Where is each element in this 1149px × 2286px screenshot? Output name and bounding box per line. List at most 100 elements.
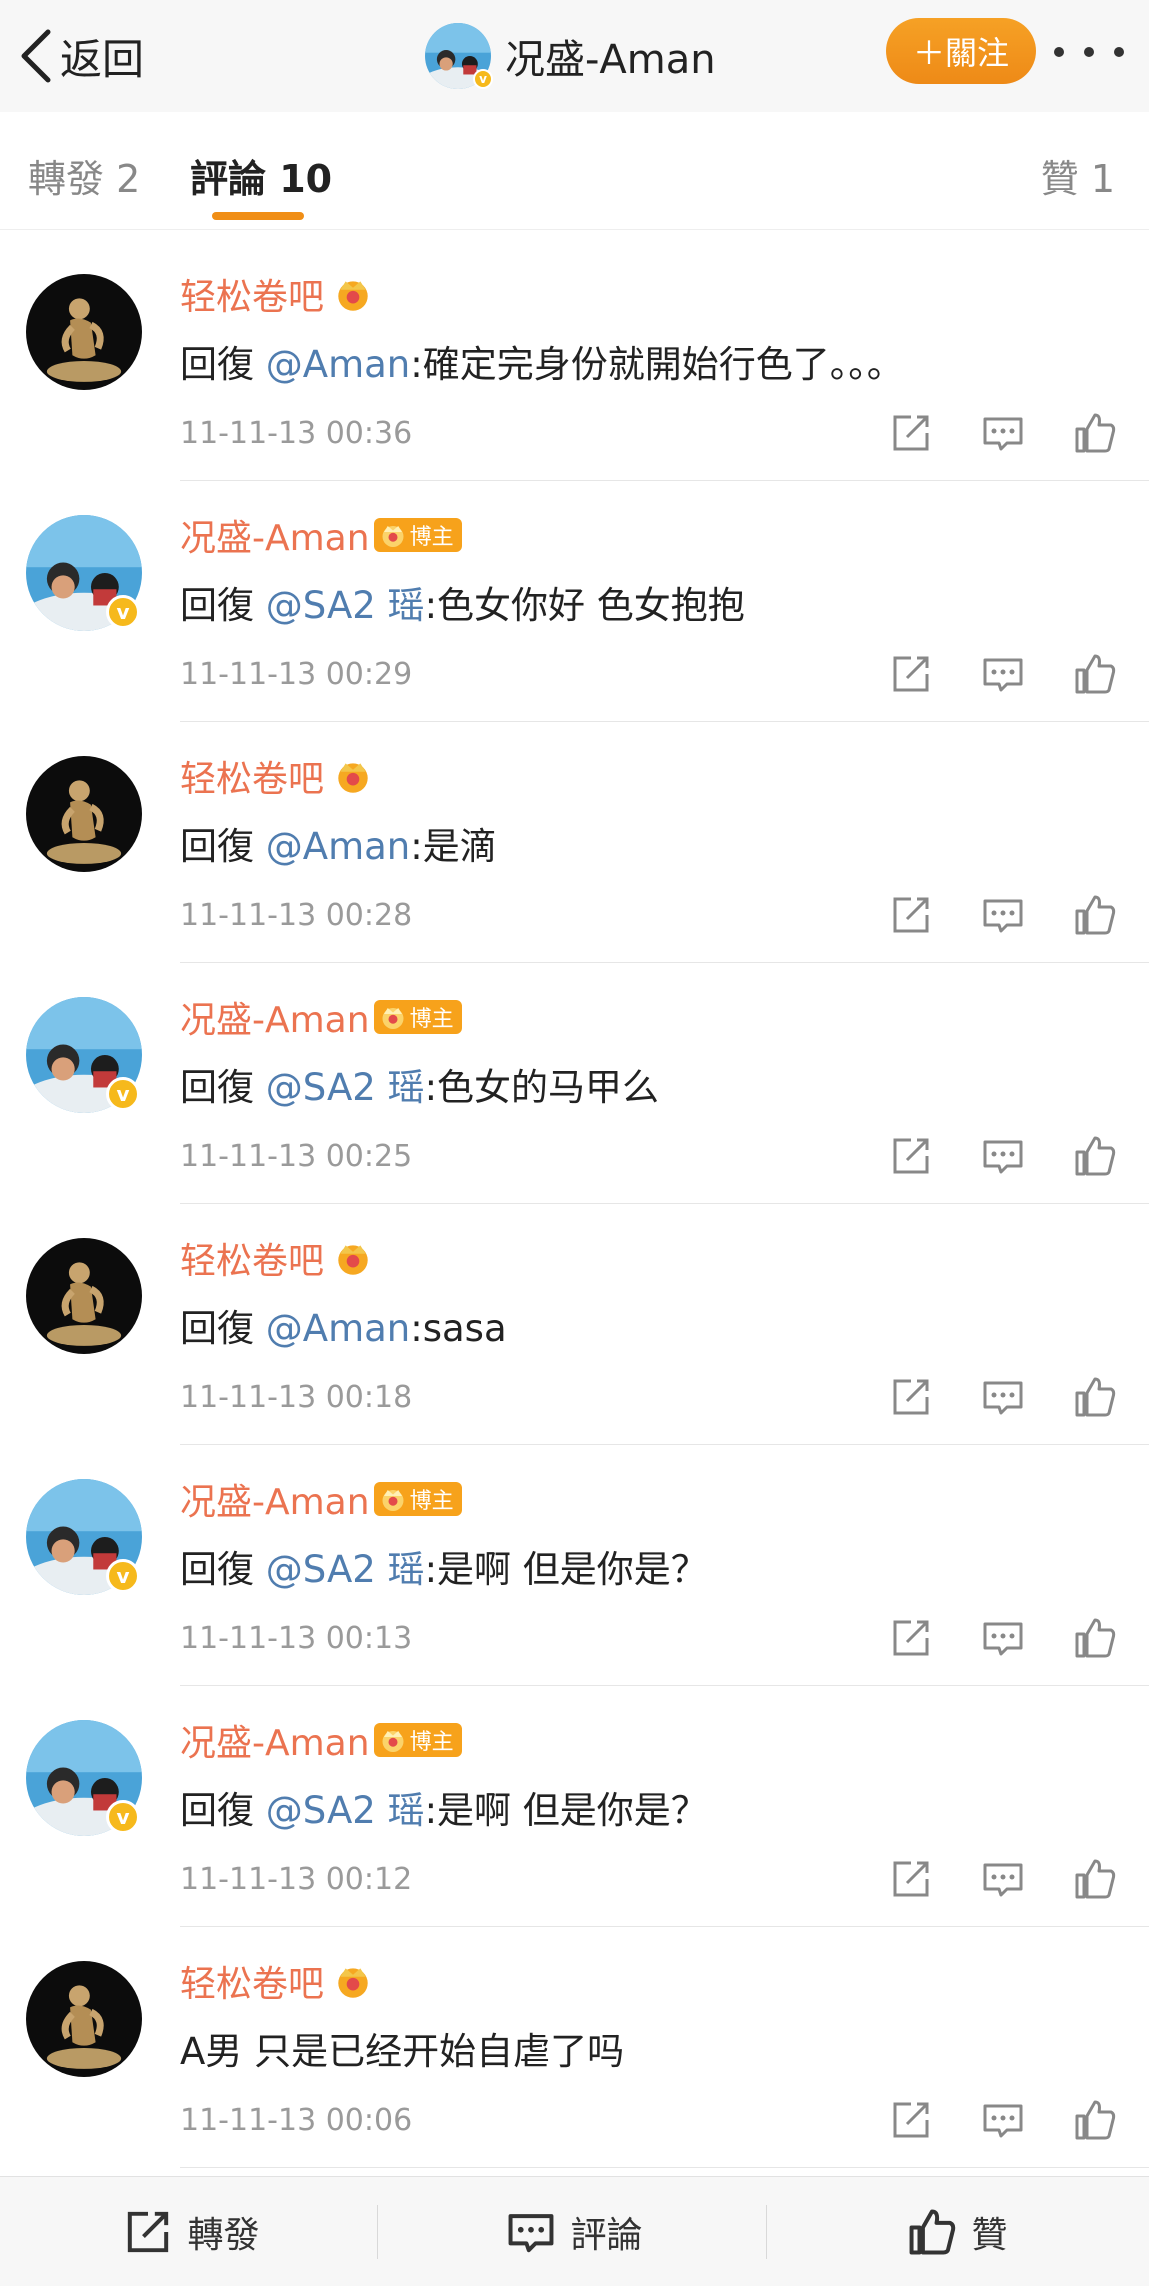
reply-prefix: 回復	[180, 1789, 266, 1832]
comment-body: A男 只是已经开始自虐了吗	[180, 2030, 625, 2073]
author-badge-label: 博主	[409, 1730, 454, 1755]
like-icon[interactable]	[1073, 652, 1117, 696]
comment-icon	[509, 2213, 554, 2252]
username[interactable]: 况盛-Aman	[180, 991, 370, 1043]
comment-icon[interactable]	[981, 893, 1025, 937]
like-icon[interactable]	[1073, 2098, 1117, 2142]
username[interactable]: 况盛-Aman	[180, 1714, 370, 1766]
comment-body: :是啊 但是你是？	[424, 1548, 708, 1591]
repost-button[interactable]: 轉發	[0, 2177, 383, 2286]
comment-body: :是滴	[410, 825, 497, 868]
mention-link[interactable]: @Aman	[266, 1307, 410, 1350]
follow-button[interactable]: ＋關注	[886, 18, 1036, 84]
share-icon[interactable]	[889, 1375, 933, 1419]
comment-text: 回復 @Aman:是滴	[180, 816, 497, 870]
comment-actions	[889, 2095, 1117, 2145]
comment-item: v 况盛-Aman 博主 回復 @SA2 瑶:色女的马甲么 11-11-13 0…	[0, 963, 1149, 1204]
profile-title[interactable]: v 况盛-Aman	[425, 18, 716, 94]
author-badge-label: 博主	[409, 1007, 454, 1032]
crown-icon	[338, 763, 368, 793]
username[interactable]: 况盛-Aman	[180, 1473, 370, 1525]
comment-icon[interactable]	[981, 411, 1025, 455]
tab-likes[interactable]: 贊 1	[1041, 148, 1115, 203]
crown-icon	[338, 1245, 368, 1275]
avatar[interactable]: v	[26, 1479, 142, 1595]
page-title: 况盛-Aman	[505, 37, 716, 83]
comment-actions	[889, 1131, 1117, 1181]
like-icon[interactable]	[1073, 1857, 1117, 1901]
comment-item: 轻松卷吧 回復 @Aman:sasa 11-11-13 00:18	[0, 1204, 1149, 1445]
username[interactable]: 轻松卷吧	[180, 1955, 324, 2007]
share-icon[interactable]	[889, 652, 933, 696]
comment-actions	[889, 890, 1117, 940]
share-icon[interactable]	[889, 1616, 933, 1660]
comment-list: 轻松卷吧 回復 @Aman:確定完身份就開始行色了。。。 11-11-13 00…	[0, 240, 1149, 2168]
share-icon[interactable]	[889, 893, 933, 937]
divider	[377, 2205, 378, 2259]
avatar[interactable]: v	[26, 1720, 142, 1836]
comment-icon[interactable]	[981, 1616, 1025, 1660]
avatar[interactable]	[26, 756, 142, 872]
avatar-photo-icon	[26, 1238, 142, 1354]
verified-icon: v	[106, 1800, 140, 1834]
mention-link[interactable]: @Aman	[266, 825, 410, 868]
comment-body: :色女你好 色女抱抱	[424, 584, 745, 627]
bottom-action-bar: 轉發 評論 贊	[0, 2176, 1149, 2286]
comment-actions	[889, 649, 1117, 699]
comment-icon[interactable]	[981, 1134, 1025, 1178]
share-icon[interactable]	[889, 1857, 933, 1901]
avatar[interactable]: v	[26, 997, 142, 1113]
avatar[interactable]: v	[26, 515, 142, 631]
back-label: 返回	[60, 34, 145, 84]
like-icon[interactable]	[1073, 411, 1117, 455]
like-button[interactable]: 贊	[766, 2177, 1149, 2286]
top-nav-bar: 返回 v 况盛-Aman ＋關注	[0, 0, 1149, 112]
comment-body: :色女的马甲么	[424, 1066, 660, 1109]
more-options-icon[interactable]	[1054, 34, 1124, 70]
reply-prefix: 回復	[180, 1548, 266, 1591]
avatar[interactable]	[26, 274, 142, 390]
author-badge: 博主	[373, 1000, 462, 1034]
back-button[interactable]: 返回	[18, 20, 144, 92]
share-icon[interactable]	[889, 1134, 933, 1178]
reply-prefix: 回復	[180, 1066, 266, 1109]
comment-time: 11-11-13 00:25	[180, 1139, 413, 1174]
username[interactable]: 轻松卷吧	[180, 750, 324, 802]
comment-button[interactable]: 評論	[383, 2177, 766, 2286]
comment-body: :sasa	[410, 1307, 507, 1350]
avatar[interactable]	[26, 1961, 142, 2077]
like-icon[interactable]	[1073, 1616, 1117, 1660]
like-icon[interactable]	[1073, 1375, 1117, 1419]
mention-link[interactable]: @SA2 瑶	[266, 1789, 425, 1832]
like-icon[interactable]	[1073, 893, 1117, 937]
share-icon[interactable]	[889, 411, 933, 455]
reply-prefix: 回復	[180, 584, 266, 627]
comment-icon[interactable]	[981, 1857, 1025, 1901]
mention-link[interactable]: @SA2 瑶	[266, 584, 425, 627]
divider	[180, 2167, 1149, 2168]
author-badge: 博主	[373, 1482, 462, 1516]
comment-body: :是啊 但是你是？	[424, 1789, 708, 1832]
crown-icon	[382, 526, 404, 547]
verified-icon: v	[473, 69, 493, 89]
tab-reposts[interactable]: 轉發 2	[28, 148, 140, 203]
mention-link[interactable]: @SA2 瑶	[266, 1066, 425, 1109]
mention-link[interactable]: @SA2 瑶	[266, 1548, 425, 1591]
comment-icon[interactable]	[981, 652, 1025, 696]
avatar-photo-icon	[26, 756, 142, 872]
comment-text: 回復 @Aman:sasa	[180, 1298, 507, 1352]
like-icon[interactable]	[1073, 1134, 1117, 1178]
comment-icon[interactable]	[981, 1375, 1025, 1419]
share-icon[interactable]	[889, 2098, 933, 2142]
avatar-photo-icon	[26, 274, 142, 390]
author-badge: 博主	[373, 1723, 462, 1757]
comment-icon[interactable]	[981, 2098, 1025, 2142]
comment-text: 回復 @SA2 瑶:色女你好 色女抱抱	[180, 575, 745, 629]
username[interactable]: 轻松卷吧	[180, 1232, 324, 1284]
avatar[interactable]	[26, 1238, 142, 1354]
verified-icon: v	[106, 1559, 140, 1593]
mention-link[interactable]: @Aman	[266, 343, 410, 386]
username[interactable]: 况盛-Aman	[180, 509, 370, 561]
username[interactable]: 轻松卷吧	[180, 268, 324, 320]
repost-label: 轉發	[187, 2214, 260, 2256]
